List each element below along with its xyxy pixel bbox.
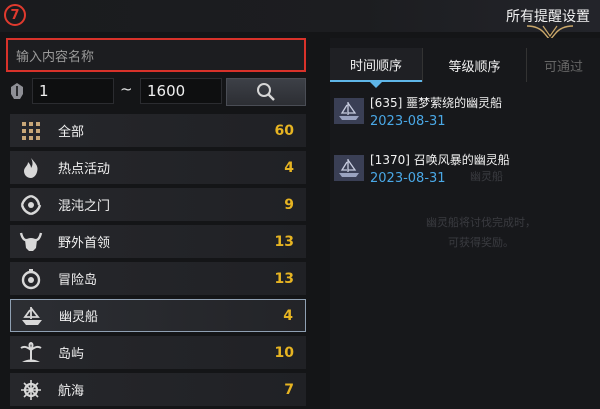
ghost-ship-entry[interactable]: [635] 噩梦萦绕的幽灵船 2023-08-31	[334, 94, 594, 134]
helmet-icon	[11, 83, 23, 99]
sort-tab-bar: 时间顺序 等级顺序 可通过	[330, 48, 600, 88]
category-item-sailing[interactable]: 航海 7	[10, 373, 306, 406]
search-icon	[257, 83, 275, 101]
level-min-input[interactable]: 1	[32, 78, 114, 104]
background-text: 幽灵船将讨伐完成时，	[426, 216, 536, 229]
category-count: 4	[283, 307, 293, 324]
category-item-all[interactable]: 全部 60	[10, 114, 306, 147]
level-max-input[interactable]: 1600	[140, 78, 222, 104]
entry-name: [635] 噩梦萦绕的幽灵船	[370, 96, 503, 110]
fire-icon	[18, 155, 44, 181]
category-label: 航海	[58, 384, 85, 399]
category-item-hot-events[interactable]: 热点活动 4	[10, 151, 306, 184]
category-label: 混沌之门	[58, 199, 111, 214]
category-item-field-boss[interactable]: 野外首领 13	[10, 225, 306, 258]
category-label: 冒险岛	[58, 273, 98, 288]
category-item-ghost-ship[interactable]: 幽灵船 4	[10, 299, 306, 332]
category-label: 热点活动	[58, 162, 111, 177]
step-number-badge: 7	[4, 4, 26, 26]
search-button[interactable]	[226, 78, 306, 106]
category-label: 野外首领	[58, 236, 111, 251]
range-separator: ~	[120, 80, 133, 98]
horned-skull-icon	[18, 229, 44, 255]
grid-icon	[18, 118, 44, 144]
category-count: 13	[274, 270, 294, 287]
category-count: 10	[274, 344, 294, 361]
category-count: 7	[284, 381, 294, 398]
tab-passable[interactable]: 可通过	[526, 48, 600, 82]
tab-label: 可通过	[543, 59, 583, 75]
ship-icon	[19, 303, 45, 329]
results-panel: 时间顺序 等级顺序 可通过 [635] 噩梦萦绕的幽灵船 2023-08-31 …	[330, 38, 600, 409]
content-name-search-input[interactable]: 输入内容名称	[6, 38, 306, 72]
category-list: 全部 60 热点活动 4 混沌之门 9 野外首领 13 冒险岛 13 幽灵船 4…	[10, 114, 306, 409]
entry-date: 2023-08-31	[370, 114, 446, 129]
level-min-value: 1	[39, 82, 49, 100]
category-count: 60	[274, 122, 294, 139]
tab-level-order[interactable]: 等级顺序	[422, 48, 526, 82]
category-item-adventure-island[interactable]: 冒险岛 13	[10, 262, 306, 295]
entry-name: [1370] 召唤风暴的幽灵船	[370, 153, 510, 167]
entry-date: 2023-08-31	[370, 171, 446, 186]
category-label: 岛屿	[58, 347, 85, 362]
ghost-ship-icon	[334, 98, 364, 124]
category-label: 幽灵船	[59, 310, 99, 325]
ghost-ship-icon	[334, 155, 364, 181]
palm-island-icon	[18, 340, 44, 366]
category-item-island[interactable]: 岛屿 10	[10, 336, 306, 369]
ghost-ship-entry[interactable]: [1370] 召唤风暴的幽灵船 2023-08-31	[334, 151, 594, 191]
vortex-icon	[18, 192, 44, 218]
tab-time-order[interactable]: 时间顺序	[330, 48, 422, 88]
tab-label: 时间顺序	[349, 58, 402, 74]
window-header: 7 所有提醒设置	[0, 0, 600, 42]
background-label: 幽灵船	[470, 170, 503, 183]
background-text: 可获得奖励。	[448, 236, 514, 249]
category-count: 4	[284, 159, 294, 176]
category-count: 9	[284, 196, 294, 213]
level-max-value: 1600	[147, 82, 186, 100]
category-label: 全部	[58, 125, 85, 140]
category-count: 13	[274, 233, 294, 250]
category-item-chaos-gate[interactable]: 混沌之门 9	[10, 188, 306, 221]
search-placeholder: 输入内容名称	[16, 49, 95, 65]
active-tab-caret-icon	[370, 82, 382, 88]
compass-icon	[18, 266, 44, 292]
helm-icon	[18, 377, 44, 403]
tab-label: 等级顺序	[448, 59, 501, 75]
